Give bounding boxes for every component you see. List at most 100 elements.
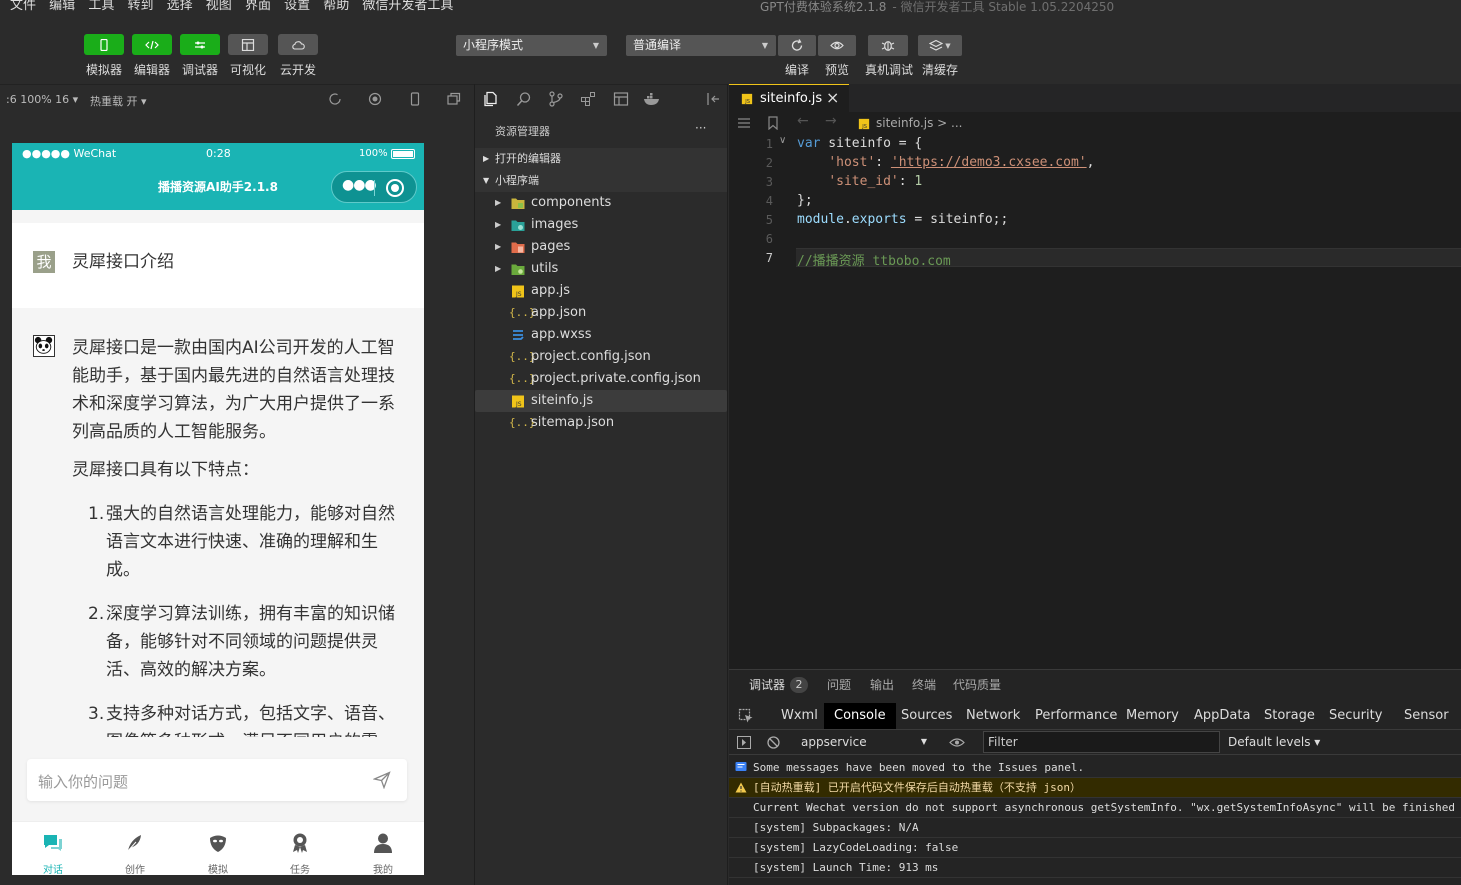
tab-wxml[interactable]: Wxml <box>771 703 828 729</box>
menu-goto[interactable]: 转到 <box>127 0 153 13</box>
rotate-icon[interactable] <box>328 92 342 106</box>
bookmark-icon[interactable] <box>767 116 779 130</box>
tree-item-siteinfo-js[interactable]: JS siteinfo.js <box>475 390 727 412</box>
list-number: 1. <box>88 504 105 524</box>
menu-wechat-devtools[interactable]: 微信开发者工具 <box>362 0 453 13</box>
tab-terminal[interactable]: 终端 <box>912 676 936 693</box>
tree-item-app-js[interactable]: JS app.js <box>475 280 727 302</box>
preview-button[interactable] <box>818 35 856 56</box>
panel-icon[interactable] <box>613 91 629 107</box>
eye-icon[interactable] <box>949 737 965 748</box>
tab-network[interactable]: Network <box>956 703 1030 729</box>
tab-appdata[interactable]: AppData <box>1184 703 1260 729</box>
folder-image-icon <box>511 220 525 231</box>
outline-icon[interactable] <box>737 117 751 129</box>
project-root-section[interactable]: ▼ 小程序端 <box>475 170 727 192</box>
tab-sources[interactable]: Sources <box>891 703 962 729</box>
breadcrumb[interactable]: siteinfo.js > ... <box>876 116 963 130</box>
question-input[interactable]: 输入你的问题 <box>27 759 407 801</box>
more-dots-icon[interactable]: ●●● <box>342 177 377 193</box>
tree-item-app-json[interactable]: {..} app.json <box>475 302 727 324</box>
feather-icon <box>126 835 141 853</box>
tab-code-quality[interactable]: 代码质量 <box>953 676 1001 693</box>
code-line-3[interactable]: 'site_id': 1 <box>797 174 922 189</box>
open-editors-section[interactable]: ▶ 打开的编辑器 <box>475 148 727 170</box>
console-filter-input[interactable]: Filter <box>983 731 1220 753</box>
editor-tab-siteinfo[interactable]: JS siteinfo.js × <box>729 84 849 112</box>
list-number: 3. <box>88 704 105 724</box>
tab-debugger[interactable]: 调试器 <box>749 676 785 693</box>
context-select[interactable]: appservice ▼ <box>795 731 935 753</box>
menu-select[interactable]: 选择 <box>167 0 193 13</box>
code-line-5[interactable]: module.exports = siteinfo;; <box>797 212 1008 227</box>
mode-select[interactable]: 小程序模式 ▼ <box>456 35 607 56</box>
editor-toggle-button[interactable] <box>132 34 172 55</box>
visual-toggle-button[interactable] <box>228 34 268 55</box>
compile-mode-select[interactable]: 普通编译 ▼ <box>626 35 776 56</box>
tree-item-app-wxss[interactable]: app.wxss <box>475 324 727 346</box>
code-line-7[interactable]: //播播资源 ttbobo.com <box>797 250 951 269</box>
tab-security[interactable]: Security <box>1319 703 1392 729</box>
tab-storage[interactable]: Storage <box>1254 703 1325 729</box>
simulator-toggle-button[interactable] <box>84 34 124 55</box>
tree-item-project-config[interactable]: {..} project.config.json <box>475 346 727 368</box>
extensions-icon[interactable] <box>580 91 596 107</box>
send-icon[interactable] <box>373 771 391 789</box>
refresh-icon <box>791 39 803 51</box>
detach-window-icon[interactable] <box>447 92 461 106</box>
log-levels-select[interactable]: Default levels ▾ <box>1228 735 1320 749</box>
tab-memory[interactable]: Memory <box>1116 703 1189 729</box>
code-line-2[interactable]: 'host': 'https://demo3.cxsee.com', <box>797 155 1094 170</box>
tree-item-sitemap-json[interactable]: {..} sitemap.json <box>475 412 727 434</box>
hot-reload-toggle[interactable]: 热重载 开 ▾ <box>90 93 147 109</box>
record-icon[interactable] <box>368 92 382 106</box>
docker-icon[interactable] <box>643 91 661 107</box>
tab-console[interactable]: Console <box>824 703 896 729</box>
menu-view[interactable]: 视图 <box>206 0 232 13</box>
files-icon[interactable] <box>483 91 499 107</box>
tree-item-images[interactable]: ▶ images <box>475 214 727 236</box>
tab-simulate[interactable]: 模拟 <box>177 822 259 875</box>
back-arrow-icon[interactable]: ← <box>797 113 809 129</box>
tab-profile[interactable]: 我的 <box>342 822 424 875</box>
tree-item-utils[interactable]: ▶ utils <box>475 258 727 280</box>
code-line-1[interactable]: var siteinfo = { <box>797 136 922 151</box>
inspect-element-icon[interactable] <box>738 708 754 724</box>
more-actions-icon[interactable]: ··· <box>695 121 706 135</box>
code-line-4[interactable]: }; <box>797 193 813 208</box>
menu-settings[interactable]: 设置 <box>284 0 310 13</box>
cloud-dev-button[interactable] <box>278 34 318 55</box>
tab-tasks[interactable]: 任务 <box>259 822 341 875</box>
menu-edit[interactable]: 编辑 <box>49 0 75 13</box>
close-miniprogram-icon[interactable] <box>386 179 404 197</box>
source-control-icon[interactable] <box>548 91 564 107</box>
menu-file[interactable]: 文件 <box>10 0 36 13</box>
menu-tools[interactable]: 工具 <box>88 0 114 13</box>
compile-button[interactable] <box>778 35 816 56</box>
remote-debug-button[interactable] <box>868 35 908 56</box>
tab-performance[interactable]: Performance <box>1025 703 1127 729</box>
clear-cache-button[interactable]: ▼ <box>918 35 962 56</box>
tab-problems[interactable]: 问题 <box>827 676 851 693</box>
tab-create[interactable]: 创作 <box>94 822 176 875</box>
tree-item-pages[interactable]: ▶ pages <box>475 236 727 258</box>
collapse-sidebar-icon[interactable] <box>705 91 721 107</box>
clear-console-icon[interactable] <box>767 736 780 749</box>
sidebar-toggle-icon[interactable] <box>737 736 751 749</box>
close-tab-icon[interactable]: × <box>826 88 839 107</box>
menu-help[interactable]: 帮助 <box>323 0 349 13</box>
menu-interface[interactable]: 界面 <box>245 0 271 13</box>
tree-item-components[interactable]: ▶ components <box>475 192 727 214</box>
tab-chat[interactable]: 对话 <box>12 822 94 875</box>
forward-arrow-icon[interactable]: → <box>825 113 837 129</box>
eye-icon <box>830 41 844 50</box>
tab-output[interactable]: 输出 <box>870 676 894 693</box>
tree-item-project-private-config[interactable]: {..} project.private.config.json <box>475 368 727 390</box>
device-select[interactable]: :6 100% 16 ▾ <box>6 93 78 106</box>
search-icon[interactable] <box>516 91 532 107</box>
js-file-icon: JS <box>512 285 524 298</box>
debugger-toggle-button[interactable] <box>180 34 220 55</box>
tab-sensor[interactable]: Sensor <box>1394 703 1459 729</box>
fold-chevron-icon[interactable]: ∨ <box>779 135 786 146</box>
device-phone-icon[interactable] <box>408 92 422 106</box>
